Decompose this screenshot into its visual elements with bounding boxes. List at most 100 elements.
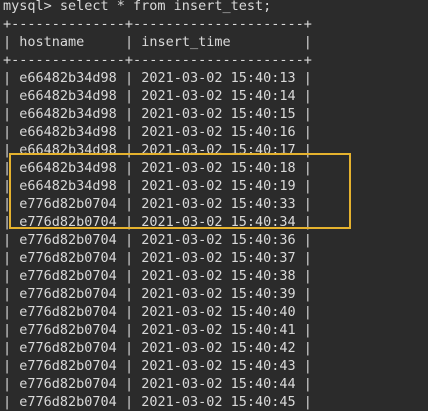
row-left-pipe: | (3, 196, 20, 212)
table-row: | e776d82b0704 | 2021-03-02 15:40:45 | (3, 393, 312, 411)
table-row: | e66482b34d98 | 2021-03-02 15:40:18 | (3, 159, 312, 177)
terminal-window[interactable]: mysql> select * from insert_test; +-----… (0, 0, 428, 410)
header-separator: | (124, 34, 134, 50)
row-separator: | (116, 142, 142, 158)
row-left-pipe: | (3, 70, 20, 86)
row-right-pipe: | (295, 142, 312, 158)
header-left-pipe: | (3, 34, 12, 50)
table-row: | e776d82b0704 | 2021-03-02 15:40:42 | (3, 339, 312, 357)
row-separator: | (116, 214, 142, 230)
cell-insert-time: 2021-03-02 15:40:33 (141, 196, 296, 212)
table-row: | e776d82b0704 | 2021-03-02 15:40:33 | (3, 195, 312, 213)
row-separator: | (116, 304, 142, 320)
row-left-pipe: | (3, 178, 20, 194)
row-right-pipe: | (295, 232, 312, 248)
cell-hostname: e776d82b0704 (19, 322, 117, 338)
table-row: | e776d82b0704 | 2021-03-02 15:40:39 | (3, 285, 312, 303)
row-left-pipe: | (3, 340, 20, 356)
cell-insert-time: 2021-03-02 15:40:45 (141, 394, 296, 410)
table-border-top: +--------------+---------------------+ (3, 16, 312, 32)
table-row: | e66482b34d98 | 2021-03-02 15:40:16 | (3, 123, 312, 141)
row-right-pipe: | (295, 160, 312, 176)
row-right-pipe: | (295, 340, 312, 356)
row-left-pipe: | (3, 106, 20, 122)
cell-hostname: e776d82b0704 (19, 268, 117, 284)
row-separator: | (116, 340, 142, 356)
table-row: | e776d82b0704 | 2021-03-02 15:40:44 | (3, 375, 312, 393)
cell-hostname: e776d82b0704 (19, 196, 117, 212)
table-header-row: | hostname | insert_time | (3, 33, 312, 51)
row-separator: | (116, 124, 142, 140)
row-right-pipe: | (295, 250, 312, 266)
row-separator: | (116, 322, 142, 338)
header-hostname: hostname (11, 34, 125, 50)
row-left-pipe: | (3, 268, 20, 284)
row-right-pipe: | (295, 358, 312, 374)
cell-insert-time: 2021-03-02 15:40:13 (141, 70, 296, 86)
cell-insert-time: 2021-03-02 15:40:37 (141, 250, 296, 266)
cell-hostname: e66482b34d98 (19, 124, 117, 140)
row-left-pipe: | (3, 124, 20, 140)
row-separator: | (116, 250, 142, 266)
cell-insert-time: 2021-03-02 15:40:44 (141, 376, 296, 392)
row-left-pipe: | (3, 160, 20, 176)
cell-hostname: e66482b34d98 (19, 88, 117, 104)
table-row: | e66482b34d98 | 2021-03-02 15:40:14 | (3, 87, 312, 105)
cell-insert-time: 2021-03-02 15:40:43 (141, 358, 296, 374)
table-row: | e776d82b0704 | 2021-03-02 15:40:38 | (3, 267, 312, 285)
row-separator: | (116, 376, 142, 392)
row-separator: | (116, 268, 142, 284)
cell-insert-time: 2021-03-02 15:40:18 (141, 160, 296, 176)
row-left-pipe: | (3, 394, 20, 410)
cell-hostname: e66482b34d98 (19, 142, 117, 158)
row-separator: | (116, 286, 142, 302)
row-separator: | (116, 178, 142, 194)
row-right-pipe: | (295, 70, 312, 86)
row-left-pipe: | (3, 232, 20, 248)
table-row: | e66482b34d98 | 2021-03-02 15:40:15 | (3, 105, 312, 123)
row-left-pipe: | (3, 322, 20, 338)
row-left-pipe: | (3, 304, 20, 320)
cell-hostname: e776d82b0704 (19, 340, 117, 356)
cell-hostname: e66482b34d98 (19, 106, 117, 122)
row-right-pipe: | (295, 88, 312, 104)
cell-hostname: e776d82b0704 (19, 304, 117, 320)
table-row: | e776d82b0704 | 2021-03-02 15:40:37 | (3, 249, 312, 267)
row-left-pipe: | (3, 358, 20, 374)
table-row: | e776d82b0704 | 2021-03-02 15:40:36 | (3, 231, 312, 249)
cell-hostname: e776d82b0704 (19, 214, 117, 230)
row-separator: | (116, 70, 142, 86)
cell-insert-time: 2021-03-02 15:40:36 (141, 232, 296, 248)
cell-hostname: e66482b34d98 (19, 70, 117, 86)
header-insert-time: insert_time (133, 34, 304, 50)
row-right-pipe: | (295, 178, 312, 194)
cell-hostname: e776d82b0704 (19, 376, 117, 392)
row-separator: | (116, 394, 142, 410)
row-left-pipe: | (3, 376, 20, 392)
row-separator: | (116, 196, 142, 212)
row-right-pipe: | (295, 196, 312, 212)
row-separator: | (116, 88, 142, 104)
table-row: | e776d82b0704 | 2021-03-02 15:40:41 | (3, 321, 312, 339)
table-row: | e776d82b0704 | 2021-03-02 15:40:40 | (3, 303, 312, 321)
table-border-header: +--------------+---------------------+ (3, 52, 312, 68)
row-right-pipe: | (295, 286, 312, 302)
cell-insert-time: 2021-03-02 15:40:19 (141, 178, 296, 194)
row-left-pipe: | (3, 286, 20, 302)
row-right-pipe: | (295, 322, 312, 338)
cell-insert-time: 2021-03-02 15:40:39 (141, 286, 296, 302)
cell-insert-time: 2021-03-02 15:40:42 (141, 340, 296, 356)
row-right-pipe: | (295, 214, 312, 230)
cell-insert-time: 2021-03-02 15:40:38 (141, 268, 296, 284)
cell-hostname: e776d82b0704 (19, 286, 117, 302)
table-row: | e776d82b0704 | 2021-03-02 15:40:43 | (3, 357, 312, 375)
prompt-line: mysql> select * from insert_test; (3, 0, 272, 14)
row-left-pipe: | (3, 88, 20, 104)
cell-insert-time: 2021-03-02 15:40:40 (141, 304, 296, 320)
row-right-pipe: | (295, 376, 312, 392)
row-right-pipe: | (295, 304, 312, 320)
row-separator: | (116, 106, 142, 122)
row-separator: | (116, 160, 142, 176)
row-right-pipe: | (295, 394, 312, 410)
cell-insert-time: 2021-03-02 15:40:41 (141, 322, 296, 338)
